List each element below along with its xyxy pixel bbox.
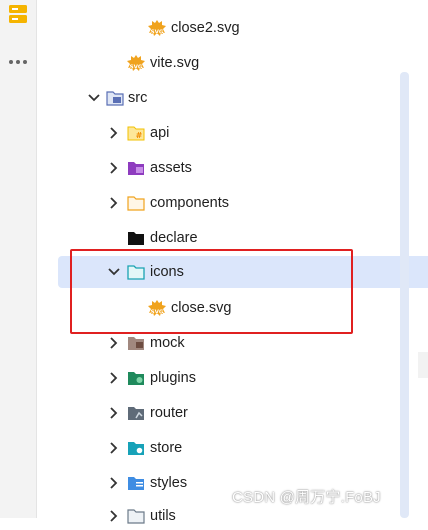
tree-item-router[interactable]: router (58, 399, 428, 427)
svg-file-icon: SVG (127, 55, 145, 71)
database-icon[interactable] (8, 4, 28, 24)
chevron-right-icon[interactable] (106, 335, 122, 351)
tree-item-src[interactable]: src (58, 84, 428, 112)
watermark: CSDN @周万宁.FoBJ (232, 489, 381, 506)
tree-item-label: styles (150, 475, 188, 491)
router-folder-icon (128, 407, 144, 420)
store-folder-icon (128, 442, 144, 455)
tree-item-api[interactable]: # api (58, 119, 428, 147)
tree-item-assets[interactable]: assets (58, 154, 428, 182)
mock-folder-icon (128, 337, 144, 350)
tree-item-label: api (150, 125, 170, 141)
svg-text:SVG: SVG (151, 30, 164, 36)
components-folder-icon (127, 196, 145, 211)
chevron-right-icon[interactable] (106, 370, 122, 386)
plugins-folder-icon (128, 372, 144, 385)
chevron-down-icon[interactable] (86, 90, 102, 106)
tree-item-label: declare (150, 230, 198, 246)
tree-item-plugins[interactable]: plugins (58, 364, 428, 392)
tree-item-close2-svg[interactable]: SVG close2.svg (58, 14, 428, 42)
tree-item-components[interactable]: components (58, 189, 428, 217)
chevron-right-icon[interactable] (106, 508, 122, 524)
tree-item-label: assets (150, 160, 192, 176)
tree-item-label: close2.svg (171, 20, 240, 36)
more-icon[interactable] (8, 52, 28, 72)
tree-item-label: store (150, 440, 183, 456)
activity-bar (0, 0, 37, 518)
svg-text:#: # (136, 131, 143, 140)
chevron-right-icon[interactable] (106, 195, 122, 211)
chevron-right-icon[interactable] (106, 440, 122, 456)
tree-item-label: plugins (150, 370, 196, 386)
svg-text:SVG: SVG (130, 65, 143, 71)
api-folder-icon: # (127, 126, 145, 141)
annotation-highlight-box (70, 249, 353, 334)
chevron-right-icon[interactable] (106, 125, 122, 141)
assets-folder-icon (128, 162, 144, 175)
declare-folder-icon (128, 232, 144, 245)
tree-item-label: components (150, 195, 229, 211)
src-folder-icon (106, 91, 124, 106)
styles-folder-icon (128, 477, 144, 490)
panel-edge (418, 352, 428, 378)
tree-item-label: vite.svg (150, 55, 200, 71)
vertical-scrollbar[interactable] (400, 72, 409, 518)
tree-item-label: router (150, 405, 188, 421)
tree-item-declare[interactable]: declare (58, 224, 428, 252)
tree-item-label: utils (150, 508, 176, 524)
tree-item-label: src (128, 90, 148, 106)
tree-item-store[interactable]: store (58, 434, 428, 462)
svg-file-icon: SVG (148, 20, 166, 36)
chevron-right-icon[interactable] (106, 405, 122, 421)
chevron-right-icon[interactable] (106, 475, 122, 491)
chevron-right-icon[interactable] (106, 160, 122, 176)
utils-folder-icon (127, 509, 145, 524)
tree-item-vite-svg[interactable]: SVG vite.svg (58, 49, 428, 77)
